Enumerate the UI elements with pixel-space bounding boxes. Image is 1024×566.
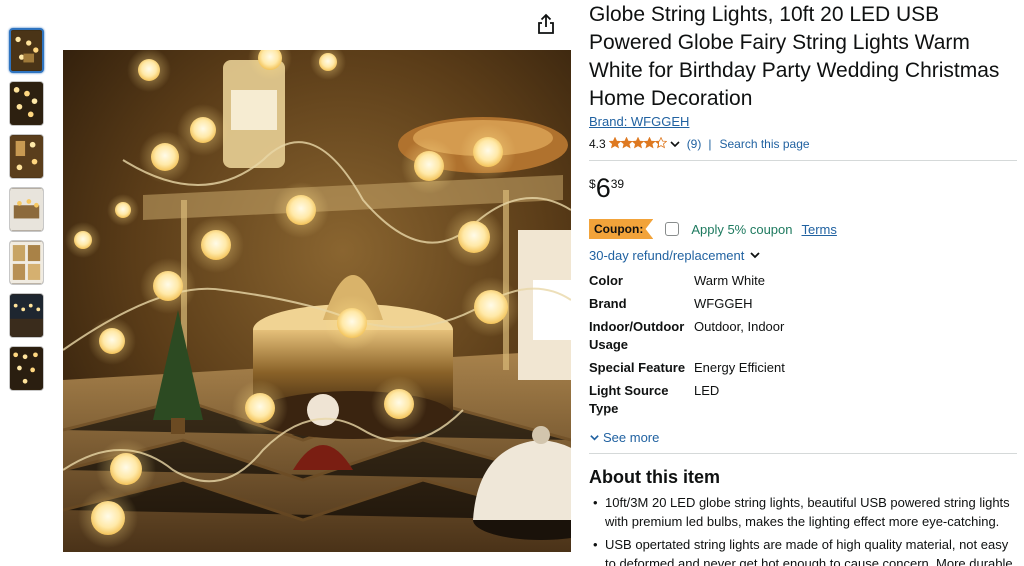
star-icon: [631, 136, 645, 148]
star-icons: [608, 136, 668, 148]
brand-link[interactable]: Brand: WFGGEH: [589, 114, 689, 129]
rating-row: 4.3 (9) | Search this page: [589, 135, 1019, 153]
share-button[interactable]: [536, 13, 556, 35]
thumbnail-1[interactable]: [9, 28, 44, 73]
separator: |: [708, 137, 712, 151]
thumbnail-image: [10, 188, 43, 231]
thumbnail-image: [10, 241, 43, 284]
refund-label: 30-day refund/replacement: [589, 247, 745, 263]
star-icon: [619, 136, 633, 148]
thumbnail-6[interactable]: [9, 293, 44, 338]
spec-key: Color: [589, 273, 623, 288]
coupon-checkbox[interactable]: [665, 222, 680, 236]
refund-dropdown[interactable]: 30-day refund/replacement: [589, 246, 1019, 264]
spec-value: Warm White: [694, 273, 766, 288]
star-icon: [608, 136, 622, 148]
coupon-terms-link[interactable]: Terms: [802, 222, 837, 237]
thumbnail-4[interactable]: [9, 187, 44, 232]
spec-key: Special Feature: [589, 360, 686, 375]
chevron-down-icon: [590, 434, 599, 441]
spec-row: Special Feature Energy Efficient: [589, 359, 1019, 377]
price-fraction: 39: [610, 177, 625, 191]
search-this-page-link[interactable]: Search this page: [719, 137, 809, 151]
spec-row: Indoor/Outdoor Usage Outdoor, Indoor: [589, 318, 1019, 354]
thumbnail-image: [11, 30, 42, 71]
spec-key: Brand: [589, 296, 627, 311]
spec-row: Color Warm White: [589, 272, 1019, 290]
price-whole: 6: [595, 173, 611, 203]
spec-value: LED: [694, 383, 720, 398]
rating-value: 4.3: [589, 137, 606, 151]
product-photo: [63, 50, 571, 552]
divider: [589, 453, 1017, 454]
chevron-down-icon: [750, 252, 761, 259]
price: $ 6 39: [589, 174, 1019, 204]
thumbnail-image: [10, 135, 43, 178]
product-info: Globe String Lights, 10ft 20 LED USB Pow…: [589, 0, 1019, 566]
divider: [589, 160, 1017, 161]
thumbnail-list: [9, 28, 45, 399]
thumbnail-image: [10, 294, 43, 337]
about-bullet: 10ft/3M 20 LED globe string lights, beau…: [589, 493, 1017, 531]
spec-value: Energy Efficient: [694, 360, 785, 375]
product-specs: Color Warm White Brand WFGGEH Indoor/Outdoor…: [589, 272, 1019, 428]
spec-key: Indoor/Outdoor Usage: [589, 319, 685, 352]
spec-row: Brand WFGGEH: [589, 295, 1019, 313]
review-count-link[interactable]: (9): [687, 137, 702, 151]
spec-row: Light Source Type LED: [589, 382, 1019, 418]
product-title: Globe String Lights, 10ft 20 LED USB Pow…: [589, 3, 1000, 110]
thumbnail-image: [10, 82, 43, 125]
spec-value: WFGGEH: [694, 296, 753, 311]
coupon-badge: Coupon:: [589, 219, 654, 239]
thumbnail-7[interactable]: [9, 346, 44, 391]
star-rating[interactable]: [608, 136, 668, 152]
about-list: 10ft/3M 20 LED globe string lights, beau…: [589, 493, 1017, 566]
star-icon: [654, 136, 668, 148]
thumbnail-image: [10, 347, 43, 390]
coupon-row: Coupon: Apply 5% coupon Terms: [589, 218, 1019, 240]
see-more-button[interactable]: See more: [589, 429, 1019, 445]
share-icon: [538, 13, 554, 34]
about-bullet: USB opertated string lights are made of …: [589, 535, 1017, 566]
thumbnail-2[interactable]: [9, 81, 44, 126]
thumbnail-5[interactable]: [9, 240, 44, 285]
price-currency: $: [589, 177, 596, 191]
spec-value: Outdoor, Indoor: [694, 319, 785, 334]
coupon-text[interactable]: Apply 5% coupon: [691, 222, 792, 237]
main-product-image[interactable]: [63, 50, 571, 552]
spec-key: Light Source Type: [589, 383, 669, 416]
star-icon: [642, 136, 656, 148]
see-more-label: See more: [603, 429, 660, 445]
about-title: About this item: [589, 467, 720, 487]
chevron-down-icon[interactable]: [669, 138, 681, 150]
thumbnail-3[interactable]: [9, 134, 44, 179]
